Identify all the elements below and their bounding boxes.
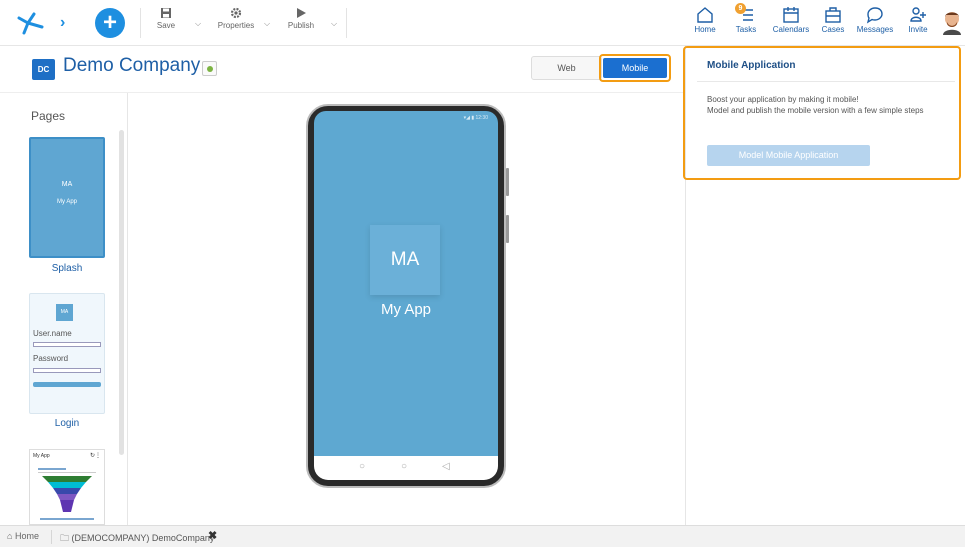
page-label-splash[interactable]: Splash — [29, 263, 105, 274]
phone-recent-icon: ○ — [359, 461, 366, 472]
funnel-chart-icon — [38, 468, 96, 520]
nav-invite-label: Invite — [908, 25, 928, 34]
save-label: Save — [156, 21, 176, 30]
app-name: My App — [380, 301, 432, 318]
login-thumb-button — [33, 382, 101, 387]
phone-back-icon: ◁ — [442, 461, 450, 472]
phone-screen-splash[interactable]: ▾◢ ▮ 12:30 MA My App — [314, 111, 498, 456]
workspace-tab[interactable]: 🗀 (DEMOCOMPANY) DemoCompany — [60, 531, 214, 547]
save-icon — [161, 8, 171, 18]
mobile-view-button[interactable]: Mobile — [603, 58, 667, 78]
panel-text-line1: Boost your application by making it mobi… — [707, 95, 859, 104]
toolbar-divider — [140, 8, 141, 38]
chevron-right-icon[interactable]: › — [60, 14, 74, 31]
phone-nav-bar: ○ ○ ◁ — [314, 456, 498, 480]
properties-button[interactable]: Properties — [215, 7, 257, 30]
app-icon: MA — [370, 225, 440, 295]
tab-divider — [51, 530, 52, 544]
phone-volume-button — [506, 168, 509, 196]
home-tab-label: Home — [14, 531, 39, 541]
status-dot-icon — [207, 66, 213, 72]
plus-icon[interactable]: + — [95, 8, 125, 38]
panel-divider — [697, 81, 955, 82]
nav-home-label: Home — [694, 25, 716, 34]
save-button[interactable]: Save — [156, 7, 176, 30]
page-thumb-splash[interactable]: MA My App — [29, 137, 105, 258]
nav-tasks-label: Tasks — [735, 25, 757, 34]
web-view-button[interactable]: Web — [531, 56, 602, 80]
nav-cases-label: Cases — [821, 25, 845, 34]
nav-messages[interactable]: Messages — [855, 6, 895, 34]
page-label-login[interactable]: Login — [29, 418, 105, 429]
phone-status-time: 12:30 — [475, 115, 488, 121]
home-tab-icon: ⌂ — [7, 531, 13, 541]
logo-icon[interactable] — [16, 9, 46, 37]
tasks-badge: 9 — [735, 3, 746, 14]
save-dropdown-icon[interactable]: ⌵ — [195, 19, 201, 29]
toolbar-divider — [346, 8, 347, 38]
status-indicator[interactable] — [202, 61, 217, 76]
company-initials-badge: DC — [32, 59, 55, 80]
company-name: Demo Company — [63, 55, 201, 76]
model-mobile-application-button[interactable]: Model Mobile Application — [707, 145, 870, 166]
phone-status-bar: ▾◢ ▮ 12:30 — [463, 115, 488, 121]
nav-cases[interactable]: Cases — [820, 6, 846, 34]
splash-thumb-name: My App — [56, 199, 77, 205]
splash-thumb-initials: MA — [61, 181, 73, 188]
login-thumb-password-label: Password — [33, 354, 69, 363]
bottom-tabbar: ⌂ Home 🗀 (DEMOCOMPANY) DemoCompany ✖ — [0, 525, 965, 547]
pages-title: Pages — [31, 109, 66, 123]
home-tab[interactable]: ⌂ Home — [7, 531, 39, 541]
add-user-icon — [910, 7, 926, 22]
publish-button[interactable]: Publish — [287, 7, 315, 30]
close-icon[interactable]: ✖ — [208, 529, 217, 542]
panel-title: Mobile Application — [707, 60, 796, 71]
nav-tasks[interactable]: 9 Tasks — [734, 3, 758, 34]
phone-home-icon: ○ — [401, 461, 408, 472]
sidebar-scrollbar[interactable] — [119, 130, 124, 455]
dashboard-thumb-title: My App — [33, 453, 50, 459]
home-icon — [697, 7, 713, 23]
workspace-tab-label: (DEMOCOMPANY) DemoCompany — [71, 533, 215, 543]
publish-dropdown-icon[interactable]: ⌵ — [331, 19, 337, 29]
nav-calendars-label: Calendars — [772, 25, 810, 34]
phone-power-button — [506, 215, 509, 243]
panel-text-line2: Model and publish the mobile version wit… — [707, 106, 924, 115]
login-thumb-initials: MA — [56, 304, 73, 321]
page-thumb-login[interactable]: MA User.name Password — [29, 293, 105, 414]
login-thumb-username-label: User.name — [33, 329, 72, 338]
nav-home[interactable]: Home — [693, 6, 717, 34]
publish-label: Publish — [287, 21, 315, 30]
refresh-icon: ↻⋮ — [89, 453, 101, 459]
login-thumb-password-field — [33, 368, 101, 373]
properties-dropdown-icon[interactable]: ⌵ — [264, 19, 270, 29]
calendar-icon — [783, 7, 799, 23]
page-thumb-dashboard[interactable]: My App ↻⋮ — [29, 449, 105, 525]
nav-messages-label: Messages — [856, 25, 894, 34]
gear-icon — [230, 7, 242, 19]
mobile-highlight: Mobile — [599, 54, 671, 82]
properties-label: Properties — [217, 21, 255, 30]
briefcase-icon — [825, 7, 841, 23]
folder-icon: 🗀 — [60, 533, 70, 543]
login-thumb-username-field — [33, 342, 101, 347]
play-icon — [297, 8, 306, 18]
top-toolbar: › + Save ⌵ Properties ⌵ Publish ⌵ Home 9… — [0, 0, 965, 46]
chat-icon — [866, 7, 883, 24]
nav-calendars[interactable]: Calendars — [772, 6, 810, 34]
nav-invite[interactable]: Invite — [906, 6, 930, 34]
avatar[interactable] — [941, 9, 963, 35]
